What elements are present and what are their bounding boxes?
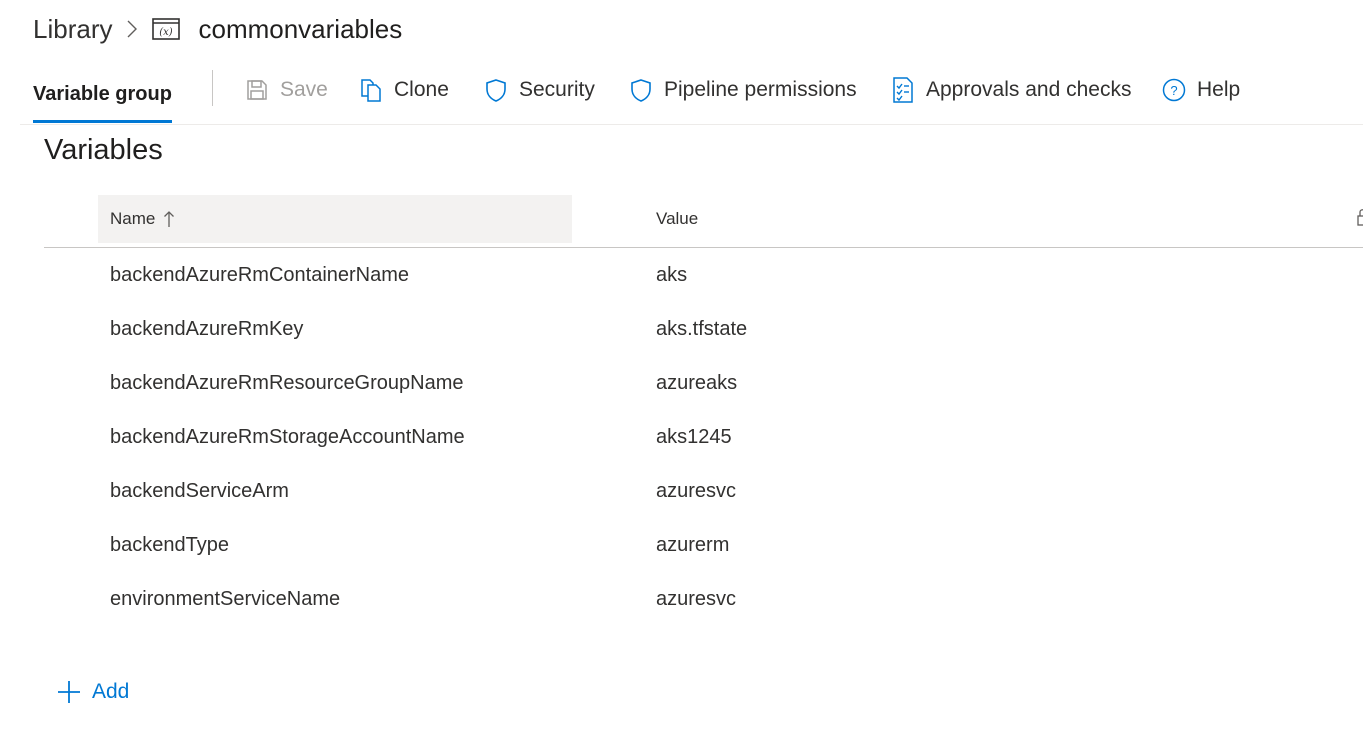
add-variable-button[interactable]: Add	[56, 676, 129, 708]
variable-value-cell: azurerm	[656, 533, 730, 556]
clone-icon	[358, 77, 384, 103]
variable-value-cell: azureaks	[656, 371, 738, 394]
variable-value-cell: aks1245	[656, 425, 732, 448]
variable-value-cell: aks	[656, 263, 688, 286]
tab-variable-group-label: Variable group	[33, 82, 172, 105]
variable-name-cell: backendType	[110, 533, 229, 556]
clone-label: Clone	[394, 78, 449, 101]
help-icon: ?	[1161, 77, 1187, 103]
column-header-name[interactable]: Name	[98, 195, 572, 243]
shield-icon	[483, 77, 509, 103]
tab-active-indicator	[33, 120, 172, 123]
clone-button[interactable]: Clone	[358, 74, 449, 106]
help-button[interactable]: ? Help	[1161, 74, 1240, 106]
save-label: Save	[280, 78, 328, 101]
variables-section-title: Variables	[44, 134, 163, 166]
variable-name-cell: backendServiceArm	[110, 479, 289, 502]
table-row[interactable]: backendAzureRmContainerName aks	[44, 248, 1363, 302]
save-icon	[244, 77, 270, 103]
table-body: backendAzureRmContainerName aks backendAzu…	[44, 248, 1363, 626]
table-row[interactable]: backendAzureRmResourceGroupName azureaks	[44, 356, 1363, 410]
approvals-and-checks-button[interactable]: Approvals and checks	[890, 74, 1131, 106]
add-label: Add	[92, 680, 130, 703]
variable-name-cell: backendAzureRmContainerName	[110, 263, 410, 286]
security-button[interactable]: Security	[483, 74, 595, 106]
save-button[interactable]: Save	[244, 74, 328, 106]
help-label: Help	[1197, 78, 1241, 101]
lock-icon[interactable]	[1357, 207, 1363, 227]
table-header: Name Value	[44, 195, 1363, 248]
variable-name-cell: backendAzureRmStorageAccountName	[110, 425, 465, 448]
toolbar-divider	[212, 70, 213, 106]
variable-value-cell: azuresvc	[656, 587, 737, 610]
table-row[interactable]: backendAzureRmStorageAccountName aks1245	[44, 410, 1363, 464]
svg-text:(x): (x)	[160, 27, 174, 38]
page-title: commonvariables	[198, 13, 403, 44]
toolbar: Variable group Save Clone Security Pipel…	[20, 64, 1363, 125]
variables-table: Name Value backendAzureRmContainerName ak…	[44, 195, 1363, 626]
chevron-right-icon	[126, 19, 138, 39]
pipeline-permissions-label: Pipeline permissions	[664, 78, 857, 101]
add-icon	[56, 679, 82, 705]
sort-ascending-icon	[163, 210, 175, 228]
tab-variable-group[interactable]: Variable group	[33, 64, 172, 124]
approvals-and-checks-label: Approvals and checks	[926, 78, 1132, 101]
security-label: Security	[519, 78, 595, 101]
breadcrumb: Library (x) commonvariables	[33, 10, 402, 48]
variable-name-cell: backendAzureRmKey	[110, 317, 304, 340]
variable-name-cell: environmentServiceName	[110, 587, 341, 610]
table-row[interactable]: environmentServiceName azuresvc	[44, 572, 1363, 626]
variable-group-icon: (x)	[152, 18, 181, 40]
table-row[interactable]: backendType azurerm	[44, 518, 1363, 572]
variable-value-cell: azuresvc	[656, 479, 737, 502]
table-row[interactable]: backendAzureRmKey aks.tfstate	[44, 302, 1363, 356]
column-header-name-label: Name	[110, 209, 156, 228]
shield-icon	[628, 77, 654, 103]
column-header-value: Value	[656, 209, 699, 228]
variable-name-cell: backendAzureRmResourceGroupName	[110, 371, 464, 394]
variable-group-page: Library (x) commonvariables Variable gro…	[0, 0, 1363, 739]
checklist-icon	[890, 77, 916, 103]
table-row[interactable]: backendServiceArm azuresvc	[44, 464, 1363, 518]
variable-value-cell: aks.tfstate	[656, 317, 748, 340]
pipeline-permissions-button[interactable]: Pipeline permissions	[628, 74, 857, 106]
svg-text:?: ?	[1170, 83, 1177, 98]
breadcrumb-library-link[interactable]: Library	[33, 14, 112, 45]
